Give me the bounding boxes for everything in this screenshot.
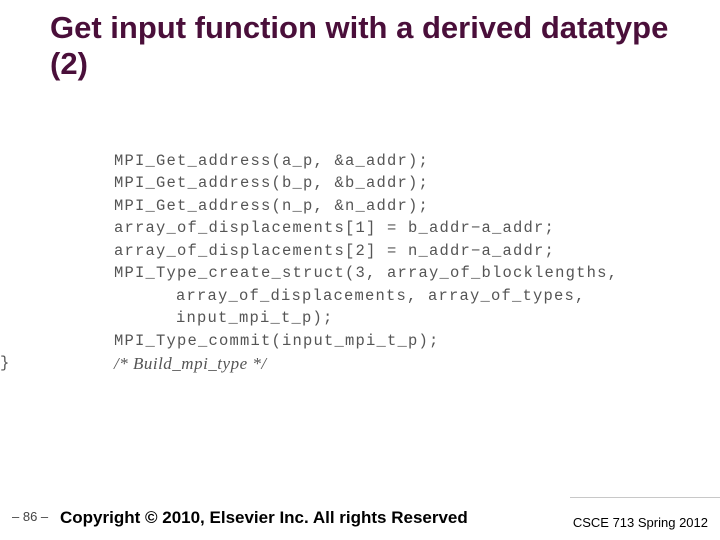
course-label: CSCE 713 Spring 2012 xyxy=(573,515,708,530)
slide: Get input function with a derived dataty… xyxy=(0,0,720,540)
code-line: MPI_Type_create_struct(3, array_of_block… xyxy=(52,262,660,284)
code-line: array_of_displacements, array_of_types, xyxy=(52,285,660,307)
code-line: array_of_displacements[1] = b_addr−a_add… xyxy=(52,217,660,239)
code-line: input_mpi_t_p); xyxy=(52,307,660,329)
code-block: MPI_Get_address(a_p, &a_addr); MPI_Get_a… xyxy=(52,150,660,377)
code-line: MPI_Type_commit(input_mpi_t_p); xyxy=(52,330,660,352)
divider-line xyxy=(570,497,720,498)
code-line: } /* Build_mpi_type */ xyxy=(52,352,660,377)
closing-brace: } xyxy=(0,352,11,374)
code-line: MPI_Get_address(b_p, &b_addr); xyxy=(52,172,660,194)
copyright-text: Copyright © 2010, Elsevier Inc. All righ… xyxy=(60,508,468,528)
code-line: MPI_Get_address(a_p, &a_addr); xyxy=(52,150,660,172)
code-comment: /* Build_mpi_type */ xyxy=(114,354,267,373)
code-line: array_of_displacements[2] = n_addr−a_add… xyxy=(52,240,660,262)
slide-title: Get input function with a derived dataty… xyxy=(50,10,680,81)
page-number: – 86 – xyxy=(12,509,48,524)
code-line: MPI_Get_address(n_p, &n_addr); xyxy=(52,195,660,217)
